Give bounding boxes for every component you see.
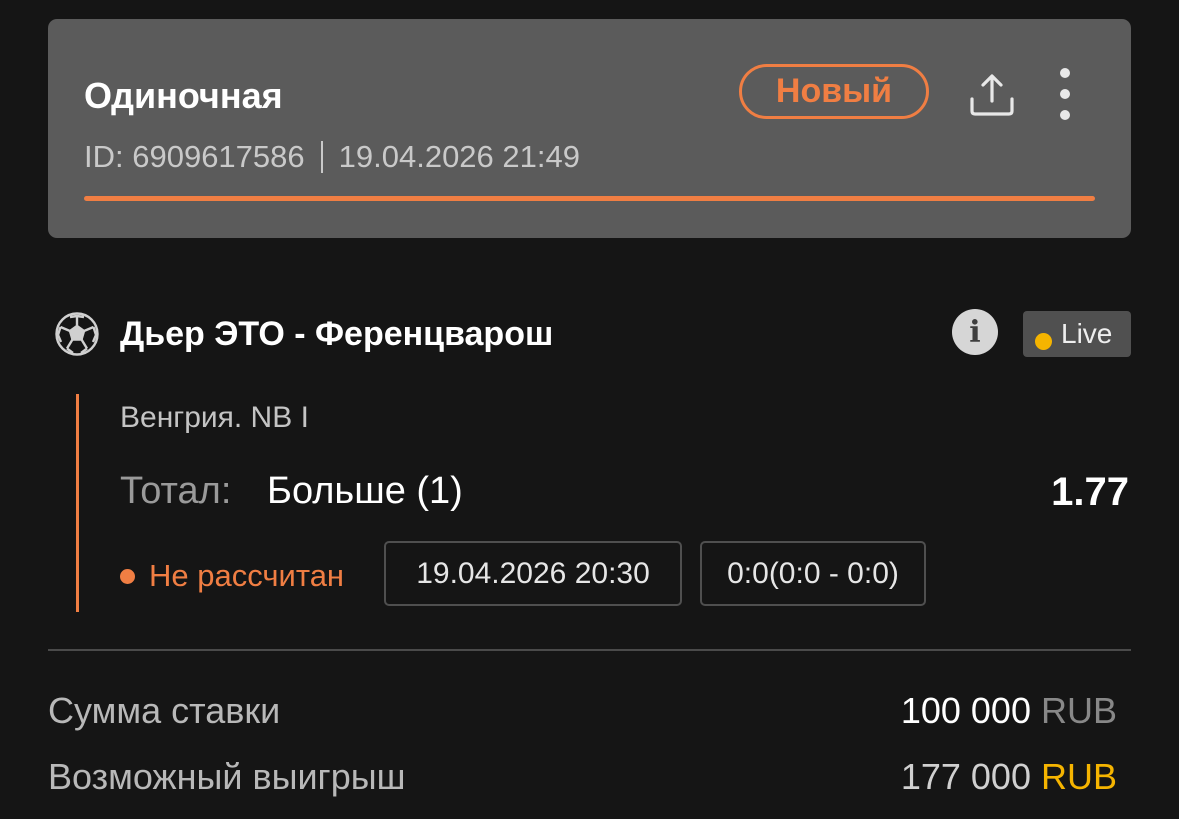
potential-win-amount: 177 000 [900, 756, 1031, 797]
league-name: Венгрия. NB I [120, 401, 309, 434]
stake-label: Сумма ставки [48, 690, 281, 731]
soccer-ball-icon [55, 312, 99, 356]
event-title[interactable]: Дьер ЭТО - Ференцварош [120, 313, 553, 355]
bet-header-card: Одиночная ID: 6909617586 19.04.2026 21:49… [48, 19, 1131, 238]
bet-meta: ID: 6909617586 19.04.2026 21:49 [84, 139, 580, 175]
settlement-status-label: Не рассчитан [149, 558, 345, 593]
live-dot [1035, 332, 1052, 350]
info-icon: i [969, 314, 981, 350]
stake-currency: RUB [1040, 690, 1117, 731]
live-label: Live [1061, 318, 1113, 349]
share-icon [970, 74, 1014, 116]
section-divider [48, 649, 1131, 651]
share-button[interactable] [966, 69, 1018, 121]
market-selection: Больше (1) [267, 470, 463, 512]
meta-divider [320, 141, 323, 173]
event-start-datetime: 19.04.2026 20:30 [384, 541, 682, 606]
stake-amount: 100 000 [900, 690, 1031, 731]
market-label: Тотал: [120, 470, 232, 512]
info-button[interactable]: i [952, 309, 998, 355]
status-progress-bar [84, 196, 1095, 201]
status-dot [120, 568, 135, 584]
odds-value: 1.77 [1051, 470, 1129, 514]
settlement-status: Не рассчитан [120, 556, 344, 596]
bet-type-title: Одиночная [84, 75, 283, 116]
status-badge: Новый [739, 64, 929, 119]
bet-id: ID: 6909617586 [84, 139, 305, 174]
bet-details-page: Одиночная ID: 6909617586 19.04.2026 21:49… [0, 0, 1179, 819]
potential-win-currency: RUB [1040, 756, 1117, 797]
bet-datetime: 19.04.2026 21:49 [338, 139, 580, 174]
event-score: 0:0(0:0 - 0:0) [700, 541, 926, 606]
more-options-button[interactable] [1051, 67, 1079, 121]
more-vertical-icon [1060, 68, 1070, 120]
live-badge: Live [1023, 311, 1131, 357]
potential-win-label: Возможный выигрыш [48, 756, 406, 797]
stake-value: 100 000 RUB [901, 689, 1117, 733]
event-accent-line [76, 394, 79, 612]
potential-win-value: 177 000 RUB [901, 755, 1117, 799]
